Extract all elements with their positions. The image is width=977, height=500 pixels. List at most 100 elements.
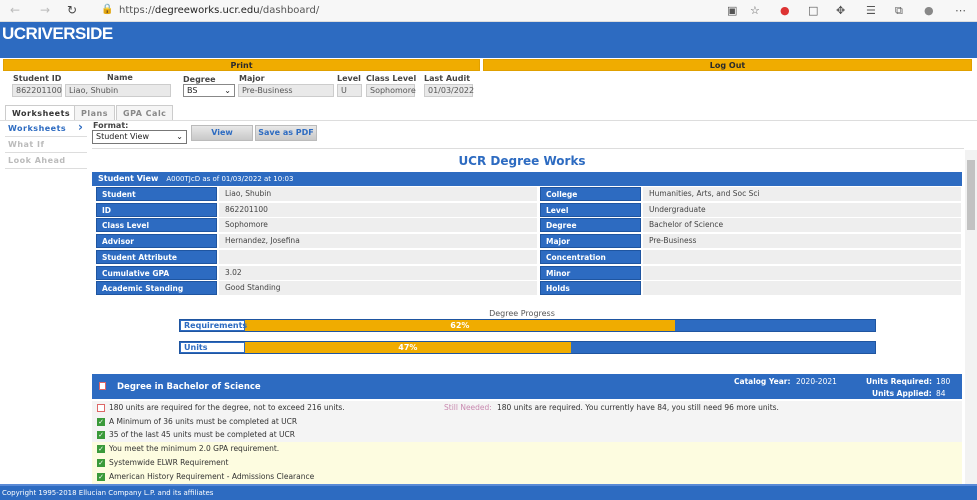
requirement-item: ✓ American History Requirement - Admissio… [92,469,962,484]
requirements-progress-bar: 62% Requirements [179,319,876,332]
requirements-progress-label: Requirements [180,320,247,331]
format-select[interactable]: Student View ⌄ [92,130,187,144]
major-field[interactable]: Pre-Business [238,84,334,97]
degree-label: Degree [183,75,216,84]
catalog-year-label: Catalog Year: [734,377,791,386]
sidebar-item-look-ahead[interactable]: Look Ahead [5,153,87,169]
block-title: Degree in Bachelor of Science [117,382,261,392]
format-label: Format: [93,121,129,130]
collections-icon[interactable]: ⧉ [895,4,903,18]
checkmark-icon: ✓ [97,472,105,481]
adblock-icon[interactable]: ● [780,4,790,17]
requirement-item: ✓ 35 of the last 45 units must be complet… [92,428,962,443]
name-label: Name [107,73,133,82]
degree-value: BS [187,86,198,95]
scrollbar-thumb[interactable] [967,160,975,230]
extensions-icon[interactable]: ✥ [836,4,845,17]
address-bar[interactable]: 🔒 https://degreeworks.ucr.edu/dashboard/ [95,2,715,19]
incomplete-icon [99,382,106,390]
name-field[interactable]: Liao, Shubin [65,84,171,97]
requirement-text: You meet the minimum 2.0 GPA requirement… [109,444,280,454]
info-key: College [540,187,641,201]
info-value: Liao, Shubin [219,187,537,201]
chevron-down-icon: ⌄ [224,86,231,95]
info-key: Degree [540,218,641,233]
favorites-icon[interactable]: ☰ [866,4,876,17]
class-level-field[interactable]: Sophomore [366,84,416,97]
requirement-item: ✓ You meet the minimum 2.0 GPA requiremen… [92,442,962,457]
info-value: Good Standing [219,281,537,296]
still-needed-label: Still Needed: [444,403,492,412]
info-value [643,265,961,280]
tab-plans[interactable]: Plans [74,105,115,120]
tab-gpa-calc[interactable]: GPA Calc [116,105,174,120]
lock-icon: 🔒 [101,4,114,15]
info-key: Student [96,187,217,201]
info-key: Concentration [540,249,641,264]
level-field[interactable]: U [337,84,362,97]
reload-icon[interactable]: ↻ [67,3,77,17]
chevron-right-icon: › [78,120,83,134]
checkmark-icon: ✓ [97,458,105,467]
last-audit-label: Last Audit [424,74,471,83]
favorite-icon[interactable]: ☆ [750,4,760,17]
info-key: Advisor [96,234,217,249]
read-aloud-icon[interactable]: ▣ [727,4,737,17]
level-label: Level [337,74,361,83]
sidebar-item-worksheets[interactable]: Worksheets [5,121,87,137]
units-progress-fill: 47% [245,342,571,353]
ucr-logo: UCRIVERSIDE [2,24,113,43]
degree-select[interactable]: BS ⌄ [183,84,235,97]
footer: Copyright 1995-2018 Ellucian Company L.P… [0,484,977,500]
info-value [219,249,537,264]
checkmark-icon: ✓ [97,417,105,426]
info-value: Pre-Business [643,234,961,249]
logout-button[interactable]: Log Out [483,59,972,71]
info-value: 862201100 [219,202,537,217]
student-view-title: Student View [98,174,159,183]
print-button[interactable]: Print [3,59,480,71]
still-needed-text: 180 units are required. You currently ha… [497,403,779,412]
requirement-item: 180 units are required for the degree, n… [92,401,962,415]
info-value: Undergraduate [643,202,961,217]
info-value: Bachelor of Science [643,218,961,233]
requirement-item: ✓ Systemwide ELWR Requirement [92,455,962,470]
audit-timestamp: A000TJcD as of 01/03/2022 at 10:03 [166,175,294,183]
units-progress-bar: 47% Units [179,341,876,354]
units-required: 180 [936,377,951,386]
info-value: Hernandez, Josefina [219,234,537,249]
last-audit-field[interactable]: 01/03/2022 [424,84,474,97]
info-key: Major [540,234,641,249]
units-applied-label: Units Applied: [872,389,932,398]
back-icon[interactable]: ← [10,3,20,17]
more-icon[interactable]: ⋯ [955,4,966,17]
info-key: Class Level [96,218,217,233]
units-progress-label: Units [180,342,245,353]
save-pdf-button[interactable]: Save as PDF [255,125,317,141]
info-value [643,281,961,296]
tab-worksheets[interactable]: Worksheets [5,105,78,121]
chevron-down-icon: ⌄ [176,132,183,141]
format-value: Student View [96,132,150,141]
info-key: Minor [540,265,641,280]
view-button[interactable]: View [191,125,253,141]
forward-icon[interactable]: → [40,3,50,17]
student-id-field[interactable]: 862201100 [12,84,62,97]
audit-content: UCR Degree Works Student View A000TJcD as… [92,148,964,484]
requirements-progress-fill: 62% [245,320,675,331]
class-level-label: Class Level [366,74,417,83]
info-key: Cumulative GPA [96,265,217,280]
info-value [643,249,961,264]
requirement-item: ✓ A Minimum of 36 units must be completed… [92,414,962,429]
browser-toolbar: ← → ↻ 🔒 https://degreeworks.ucr.edu/dashb… [0,0,977,22]
units-applied: 84 [936,389,946,398]
site-header: UCRIVERSIDE [0,22,977,58]
avatar[interactable]: ● [924,4,934,17]
window-icon[interactable]: □ [808,4,818,17]
requirement-text: 180 units are required for the degree, n… [109,403,345,412]
divider [0,120,977,121]
sidebar-item-what-if[interactable]: What If [5,137,87,153]
info-key: Holds [540,281,641,296]
incomplete-icon [97,404,105,412]
degree-progress-title: Degree Progress [489,309,555,318]
